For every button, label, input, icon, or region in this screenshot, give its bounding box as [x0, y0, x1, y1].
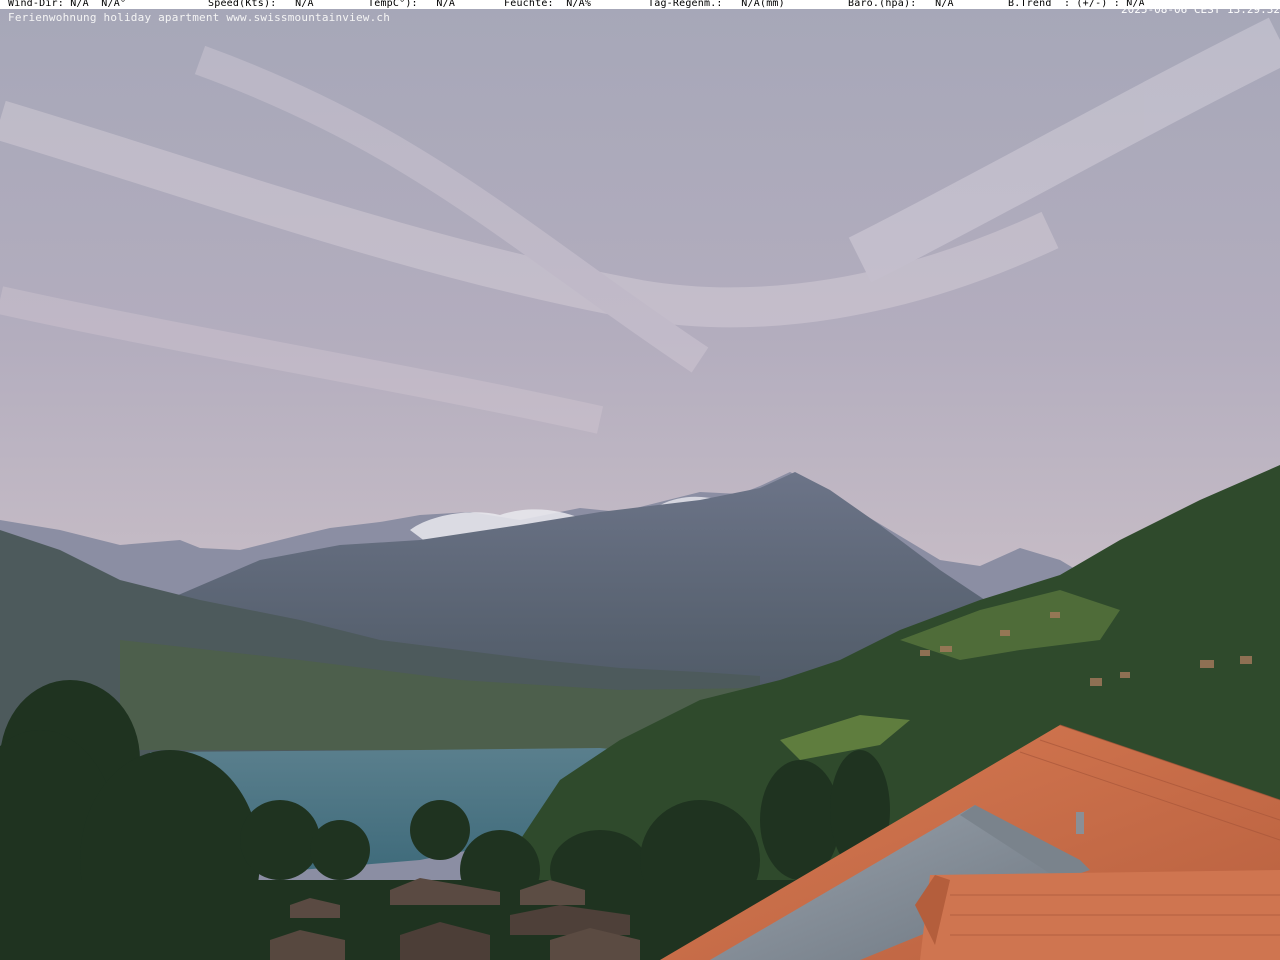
humidity-readout: Feuchte: N/A% — [504, 0, 592, 9]
speed-readout: Speed(Kts): N/A — [208, 0, 314, 9]
temp-readout: TempC°): N/A — [368, 0, 456, 9]
webcam-view: Wind-Dir: N/A N/A° Speed(Kts): N/A TempC… — [0, 0, 1280, 960]
caption-text: Ferienwohnung holiday apartment www.swis… — [8, 11, 391, 24]
caption-line: Ferienwohnung holiday apartment www.swis… — [0, 12, 1280, 24]
rain-readout: Tag-Regenm.: N/A(mm) — [648, 0, 785, 9]
weather-readout-bar: Wind-Dir: N/A N/A° Speed(Kts): N/A TempC… — [0, 0, 1280, 9]
wind-dir-readout: Wind-Dir: N/A N/A° — [8, 0, 127, 9]
landscape-image — [0, 0, 1280, 960]
timestamp: 2025-08-06 CEST 13:29:32 — [1121, 3, 1280, 16]
baro-readout: Baro.(hpa): N/A — [848, 0, 954, 9]
